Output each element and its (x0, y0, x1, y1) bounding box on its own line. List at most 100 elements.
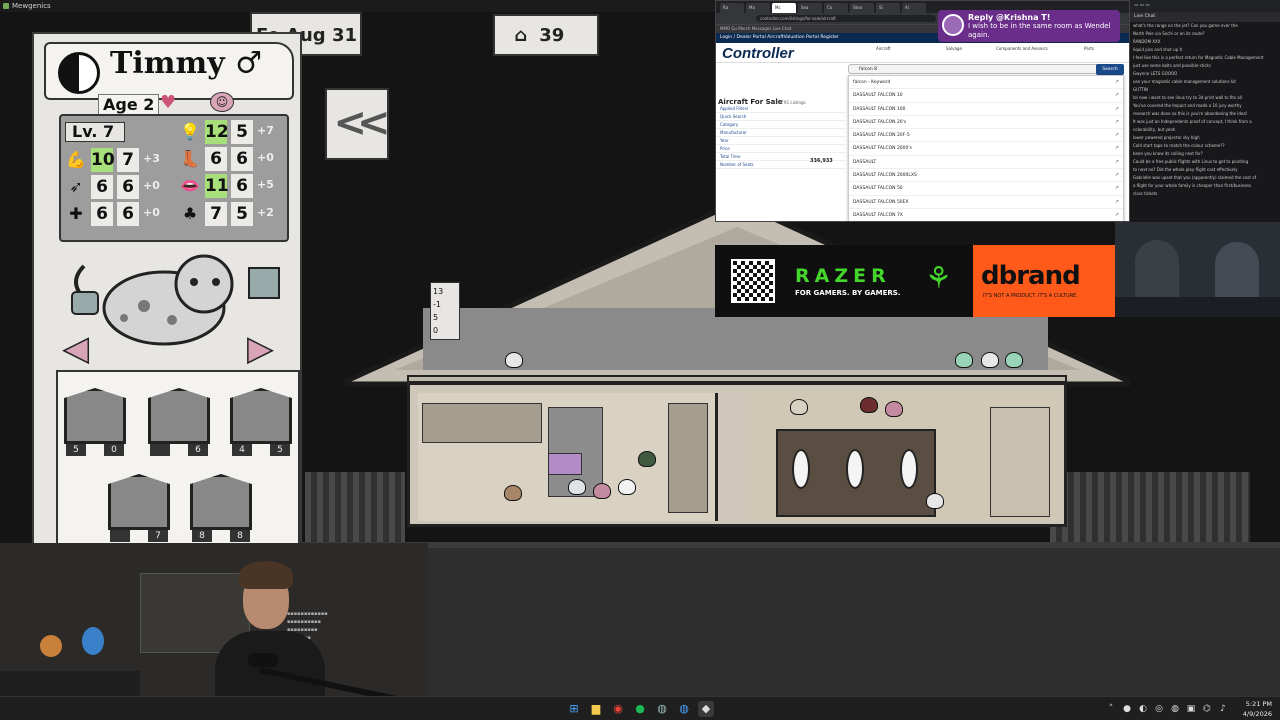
browser-tab[interactable]: Sea (798, 3, 822, 13)
mewgenics-app-icon (3, 3, 9, 9)
razer-wordmark: RAZER (795, 265, 891, 287)
search-input[interactable]: falcon 8 (848, 64, 1124, 74)
tab-parts[interactable]: Parts (1084, 46, 1094, 51)
suggestion-item[interactable]: DASSAULT FALCON 50EX ↗ (849, 196, 1123, 209)
stat-row[interactable]: 👢 6 6 +0 (179, 147, 289, 171)
spotify-icon[interactable]: ● (632, 701, 648, 717)
room-right[interactable] (750, 393, 1062, 521)
windows-start-icon[interactable]: ⊞ (566, 701, 582, 717)
browser-tab[interactable]: Co (824, 3, 848, 13)
mood-face-icon[interactable]: ☺ (210, 92, 234, 112)
browser-tab[interactable]: Ma (746, 3, 770, 13)
open-external-icon: ↗ (1114, 172, 1119, 179)
tab-salvage[interactable]: Salvage (946, 46, 962, 51)
address-bar[interactable]: controller.com/listings/for-sale/aircraf… (756, 15, 936, 22)
suggestion-item[interactable]: DASSAULT FALCON 10 ↗ (849, 89, 1123, 103)
search-button[interactable]: Search (1096, 64, 1124, 75)
cat-name[interactable]: Timmy ♂ (110, 46, 262, 81)
passive-icon (108, 474, 170, 530)
heart-icon[interactable]: ♥ (160, 92, 182, 113)
ability-cost: 4 (232, 444, 252, 456)
tray-app-icon[interactable]: ▣ (1186, 701, 1196, 717)
chat-message: colorability, but yeah (1133, 127, 1176, 132)
stat-row[interactable]: ➶ 6 6 +0 (65, 175, 175, 199)
cat-sprite[interactable] (926, 493, 944, 509)
stat-row[interactable]: 💪 10 7 +3 (65, 148, 175, 172)
suggestion-item[interactable]: DASSAULT FALCON 50 ↗ (849, 182, 1123, 196)
next-cat-button[interactable]: ▶ (240, 331, 280, 365)
suggestion-item[interactable]: DASSAULT FALCON 20F-5 ↗ (849, 129, 1123, 143)
cat-info-panel: Timmy ♂ Age 2 ♥ ☺ Lv. 7 💪 10 7 +3 ➶ 6 6 … (32, 32, 302, 552)
filter-row[interactable]: Quick Search (716, 113, 846, 121)
browser-tab[interactable]: Stea (850, 3, 874, 13)
cat-sprite[interactable] (955, 352, 973, 368)
tray-app-icon[interactable]: ◐ (1138, 701, 1148, 717)
room-left[interactable] (418, 393, 718, 521)
side-shelf[interactable] (990, 407, 1050, 517)
filter-row[interactable]: Price (716, 145, 846, 153)
stat-row[interactable]: ✚ 6 6 +0 (65, 202, 175, 226)
stat-row[interactable]: ♣ 7 5 +2 (179, 202, 289, 226)
selected-cat-sprite[interactable] (885, 401, 903, 417)
tray-app-icon[interactable]: ◍ (1170, 701, 1180, 717)
purple-drawer[interactable] (548, 453, 582, 475)
filter-row[interactable]: Manufacturer (716, 129, 846, 137)
wardrobe[interactable] (776, 429, 936, 517)
browser-tab[interactable]: Ra (720, 3, 744, 13)
back-button[interactable]: << (325, 88, 391, 160)
system-clock[interactable]: 5:21 PM 4/9/2026 (1222, 699, 1272, 719)
cat-sprite[interactable] (593, 483, 611, 499)
passive-slot[interactable]: 8 8 (190, 464, 252, 542)
browser-tab-active[interactable]: Mc (772, 3, 796, 13)
filter-row[interactable]: Year (716, 137, 846, 145)
open-external-icon: ↗ (1114, 118, 1119, 125)
chat-browser-tabs: ▭ ▭ ▭ (1130, 0, 1280, 12)
notification-title: Reply @Krishna T! (968, 13, 1051, 22)
suggestion-item[interactable]: DASSAULT FALCON 100 ↗ (849, 103, 1123, 116)
chat-reply-notification[interactable]: Reply @Krishna T! I wish to be in the sa… (938, 10, 1120, 42)
suggestion-item[interactable]: DASSAULT FALCON 7X ↗ (849, 209, 1123, 221)
tray-app-icon[interactable]: ◎ (1154, 701, 1164, 717)
ability-slot[interactable]: 5 0 (64, 378, 126, 456)
tray-expand-icon[interactable]: ˄ (1106, 701, 1116, 717)
cat-sprite[interactable] (790, 399, 808, 415)
ability-slot[interactable]: 6 (148, 378, 210, 456)
listing-price[interactable]: 336,933 (810, 158, 833, 164)
tab-aircraft[interactable]: Aircraft (876, 46, 891, 51)
suggestion-item[interactable]: DASSAULT FALCON 2000's ↗ (849, 142, 1123, 156)
live-chat-panel[interactable]: ▭ ▭ ▭ Live Chat what's the range on the … (1130, 0, 1280, 222)
ability-slot[interactable]: 4 5 (230, 378, 292, 456)
cat-sprite[interactable] (618, 479, 636, 495)
network-icon[interactable]: ⌬ (1202, 701, 1212, 717)
filter-row[interactable]: Category (716, 121, 846, 129)
tray-app-icon[interactable]: ● (1122, 701, 1132, 717)
suggestion-item[interactable]: DASSAULT FALCON 2000LXS ↗ (849, 169, 1123, 183)
browser-tab[interactable]: Sl (876, 3, 900, 13)
cat-sprite[interactable] (981, 352, 999, 368)
file-explorer-icon[interactable]: ▆ (588, 701, 604, 717)
controller-logo[interactable]: Controller (722, 45, 794, 62)
previous-cat-button[interactable]: ◀ (56, 331, 96, 365)
cat-sprite[interactable] (1005, 352, 1023, 368)
chrome-icon[interactable]: ◉ (610, 701, 626, 717)
cat-sprite[interactable] (568, 479, 586, 495)
tab-components[interactable]: Components and Avionics (996, 46, 1048, 51)
steam-alt-icon[interactable]: ◍ (676, 701, 692, 717)
suggestion-item[interactable]: DASSAULT FALCON 20's ↗ (849, 116, 1123, 130)
cat-sprite[interactable] (504, 485, 522, 501)
tall-shelf[interactable] (668, 403, 708, 513)
cat-sprite[interactable] (638, 451, 656, 467)
suggestion-item[interactable]: falcon - Keyword ↗ (849, 76, 1123, 90)
stat-total: 6 (117, 202, 139, 226)
bookshelf[interactable] (422, 403, 542, 443)
suggestion-item[interactable]: DASSAULT ↗ (849, 156, 1123, 170)
steam-icon[interactable]: ◍ (654, 701, 670, 717)
cat-sprite[interactable] (860, 397, 878, 413)
stat-row[interactable]: 👄 11 6 +5 (179, 174, 289, 198)
cat-sprite[interactable] (505, 352, 523, 368)
browser-tab[interactable]: Ai (902, 3, 926, 13)
passive-slot[interactable]: 7 (108, 464, 170, 542)
stat-base: 6 (91, 175, 113, 199)
stat-row[interactable]: 💡 12 5 +7 (179, 120, 289, 144)
mewgenics-taskbar-icon[interactable]: ◆ (698, 701, 714, 717)
